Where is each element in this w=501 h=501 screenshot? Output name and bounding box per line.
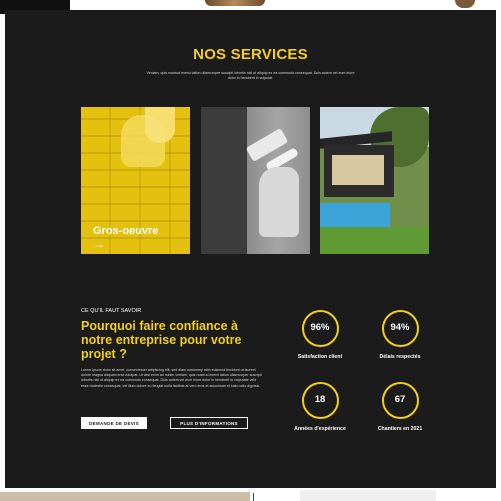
stat-label: Années d'expérience: [294, 426, 346, 432]
footer-divider: [253, 493, 254, 501]
stat-label: Satisfaction client: [297, 354, 343, 360]
hand-shape: [259, 167, 299, 237]
more-info-button[interactable]: PLUS D'INFORMATIONS: [170, 417, 248, 429]
service-card-title: Gros-oeuvre: [93, 225, 159, 237]
stat-label: Chantiers en 2021: [377, 426, 423, 432]
footer-box: [300, 490, 436, 501]
stat-value: 18: [314, 394, 326, 405]
grass-shape: [320, 227, 429, 254]
header-wood-image: [205, 0, 265, 6]
stat-value: 67: [394, 394, 406, 405]
stat-value: 96%: [310, 322, 330, 333]
arrow-right-icon[interactable]: →: [93, 238, 105, 250]
stat-label: Délais respectés: [379, 354, 421, 360]
stat-value: 94%: [390, 322, 410, 333]
service-card-gros-oeuvre[interactable]: Gros-oeuvre →: [81, 107, 190, 254]
service-card-house[interactable]: [320, 107, 429, 254]
quote-request-button[interactable]: DEMANDE DE DEVIS: [81, 417, 147, 429]
services-subtitle: Veniam, quis nostrud exerci tation ullam…: [146, 71, 355, 81]
why-title: Pourquoi faire confiance à notre entrepr…: [81, 319, 242, 361]
why-text: Lorem ipsum dolor sit amet, consectetuer…: [81, 368, 262, 388]
services-section: NOS SERVICES Veniam, quis nostrud exerci…: [5, 10, 496, 488]
glove-shape-2: [145, 107, 175, 143]
footer-image: [0, 492, 250, 501]
pool-shape: [320, 203, 390, 227]
services-title: NOS SERVICES: [193, 46, 308, 63]
why-eyebrow: CE QU'IL FAUT SAVOIR: [81, 308, 142, 314]
wall-image: [201, 107, 247, 254]
service-card-painting[interactable]: [201, 107, 310, 254]
window-shape: [332, 155, 384, 185]
